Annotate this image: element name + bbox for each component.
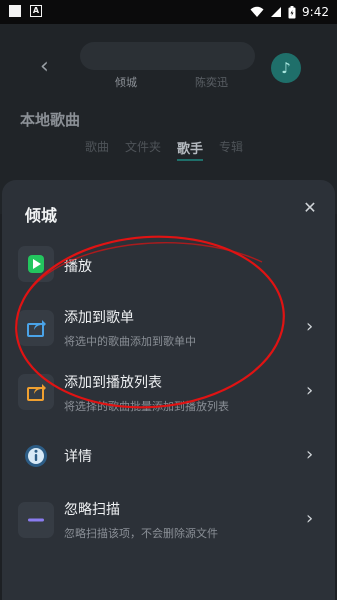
tab-artists: 歌手 — [177, 138, 204, 161]
search-tab-right: 陈奕迅 — [195, 76, 228, 89]
options-bottom-sheet: 倾城 ✕ 播放 添加到歌单 将选中的歌曲添加到歌单中 › 添加到播放列表 将选择… — [2, 180, 335, 600]
chevron-right-icon: › — [306, 316, 314, 337]
music-note-icon: ♪ — [271, 53, 301, 83]
text-notification-icon: A — [30, 5, 42, 17]
menu-item-title: 详情 — [64, 449, 92, 465]
notification-icon — [9, 5, 21, 17]
play-icon — [18, 246, 54, 282]
clock: 9:42 — [302, 5, 329, 19]
menu-item-title: 添加到歌单 — [64, 310, 134, 326]
menu-item-subtitle: 将选择的歌曲批量添加到播放列表 — [64, 400, 229, 413]
tab-albums: 专辑 — [219, 140, 244, 154]
library-tabs: 歌曲 文件夹 歌手 专辑 — [85, 138, 243, 161]
wifi-icon — [250, 6, 264, 17]
info-icon — [18, 438, 54, 474]
chevron-right-icon: › — [306, 508, 314, 529]
search-bar — [80, 42, 255, 70]
menu-item-ignore-scan[interactable]: 忽略扫描 忽略扫描该项，不会删除源文件 › — [2, 492, 335, 546]
search-tab-left: 倾城 — [115, 76, 137, 89]
signal-icon — [271, 7, 282, 17]
add-to-playlist-icon — [18, 374, 54, 410]
status-bar: A 9:42 — [0, 0, 337, 24]
menu-item-add-to-playlist[interactable]: 添加到播放列表 将选择的歌曲批量添加到播放列表 › — [2, 364, 335, 418]
menu-item-title: 忽略扫描 — [64, 502, 120, 518]
close-icon[interactable]: ✕ — [302, 200, 318, 216]
menu-item-details[interactable]: 详情 › — [2, 434, 335, 480]
menu-item-add-to-songlist[interactable]: 添加到歌单 将选中的歌曲添加到歌单中 › — [2, 300, 335, 354]
chevron-right-icon: › — [306, 380, 314, 401]
tab-songs: 歌曲 — [85, 140, 110, 154]
system-icons: 9:42 — [250, 4, 329, 20]
menu-item-title: 添加到播放列表 — [64, 375, 162, 391]
minus-icon — [18, 502, 54, 538]
tab-folders: 文件夹 — [125, 140, 162, 154]
back-arrow-icon: ‹ — [40, 54, 49, 79]
chevron-right-icon: › — [306, 444, 314, 465]
section-title: 本地歌曲 — [20, 111, 81, 129]
menu-item-play[interactable]: 播放 — [2, 242, 335, 288]
menu-item-subtitle: 将选中的歌曲添加到歌单中 — [64, 335, 196, 348]
menu-item-subtitle: 忽略扫描该项，不会删除源文件 — [64, 527, 218, 540]
sheet-title: 倾城 — [25, 206, 58, 225]
battery-icon — [288, 5, 296, 18]
share-arrow-icon — [18, 310, 54, 346]
menu-item-title: 播放 — [64, 259, 92, 275]
